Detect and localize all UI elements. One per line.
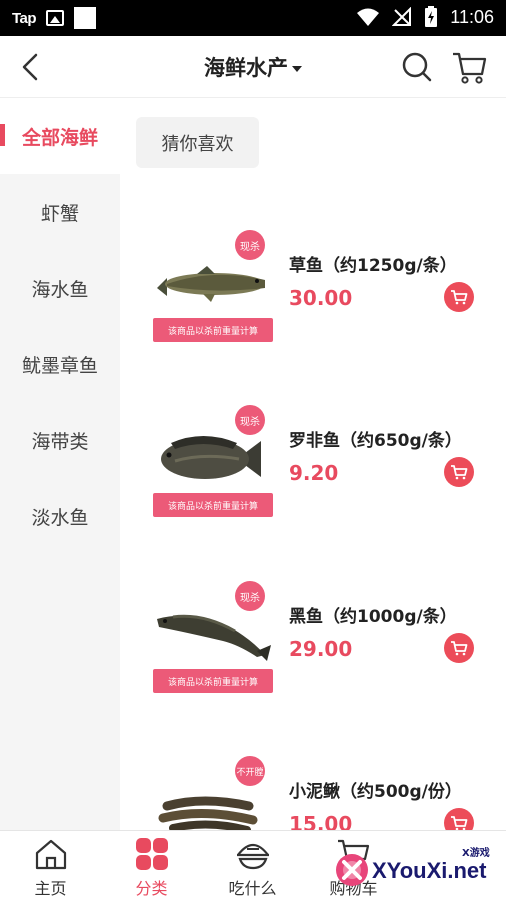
add-to-cart-button[interactable] bbox=[444, 633, 474, 663]
fresh-kill-badge: 现杀 bbox=[235, 405, 265, 435]
recommend-chip[interactable]: 猜你喜欢 bbox=[136, 117, 259, 168]
watermark-text: XYouXi.net bbox=[372, 858, 487, 883]
sidebar-item-label: 全部海鲜 bbox=[21, 126, 98, 149]
search-icon[interactable] bbox=[400, 50, 434, 84]
product-name[interactable]: 罗非鱼（约650g/条） bbox=[289, 426, 462, 451]
clock: 11:06 bbox=[450, 6, 494, 27]
no-gutting-badge: 不开膛 bbox=[235, 756, 265, 786]
product-price: 9.20 bbox=[289, 461, 339, 485]
tab-label: 主页 bbox=[34, 879, 67, 898]
tab-home[interactable]: 主页 bbox=[0, 831, 101, 900]
add-to-cart-button[interactable] bbox=[444, 808, 474, 830]
product-price: 30.00 bbox=[289, 286, 353, 310]
fresh-kill-badge: 现杀 bbox=[235, 230, 265, 260]
tab-category[interactable]: 分类 bbox=[101, 831, 202, 900]
app-notification-icon bbox=[74, 7, 97, 29]
sidebar-item-label: 虾蟹 bbox=[40, 202, 79, 225]
product-image[interactable]: 现杀 该商品以杀前重量计算 bbox=[153, 405, 273, 525]
product-price: 15.00 bbox=[289, 812, 353, 830]
weight-note-banner: 该商品以杀前重量计算 bbox=[153, 493, 273, 517]
product-card[interactable]: 现杀 该商品以杀前重量计算 草鱼（约1250g/条） 30.00 bbox=[120, 230, 506, 390]
product-image[interactable]: 现杀 该商品以杀前重量计算 bbox=[153, 230, 273, 350]
status-bar: Tap 11:06 bbox=[0, 0, 506, 36]
sidebar-item-label: 淡水鱼 bbox=[31, 506, 89, 529]
sidebar-item-squid-octopus[interactable]: 鱿墨章鱼 bbox=[0, 326, 120, 402]
weight-note-banner: 该商品以杀前重量计算 bbox=[153, 318, 273, 342]
sidebar-item-all-seafood[interactable]: 全部海鲜 bbox=[0, 98, 120, 174]
cart-add-icon bbox=[451, 641, 468, 656]
food-bowl-icon bbox=[237, 843, 269, 870]
cart-add-icon bbox=[451, 816, 468, 830]
game-controller-logo-icon bbox=[336, 854, 368, 886]
product-name[interactable]: 黑鱼（约1000g/条） bbox=[289, 602, 457, 627]
category-icon bbox=[136, 838, 168, 870]
cart-add-icon bbox=[451, 290, 468, 305]
top-bar: 海鲜水产 bbox=[0, 36, 506, 98]
product-image[interactable]: 不开膛 bbox=[153, 756, 273, 830]
product-image[interactable]: 现杀 该商品以杀前重量计算 bbox=[153, 581, 273, 701]
site-watermark: X游戏 XYouXi.net bbox=[334, 840, 504, 892]
sidebar-item-shrimp-crab[interactable]: 虾蟹 bbox=[0, 174, 120, 250]
product-price: 29.00 bbox=[289, 637, 353, 661]
product-card[interactable]: 现杀 该商品以杀前重量计算 罗非鱼（约650g/条） 9.20 bbox=[120, 405, 506, 565]
sidebar-item-label: 海水鱼 bbox=[31, 278, 89, 301]
product-name[interactable]: 草鱼（约1250g/条） bbox=[289, 251, 457, 276]
carrier-label: Tap bbox=[12, 9, 37, 27]
tab-label: 分类 bbox=[135, 879, 168, 898]
sidebar-item-kelp[interactable]: 海带类 bbox=[0, 402, 120, 478]
sidebar-item-label: 鱿墨章鱼 bbox=[21, 354, 98, 377]
category-sidebar: 全部海鲜 虾蟹 海水鱼 鱿墨章鱼 海带类 淡水鱼 bbox=[0, 98, 120, 830]
tab-label: 吃什么 bbox=[228, 879, 277, 898]
no-signal-icon bbox=[392, 7, 412, 26]
cart-icon[interactable] bbox=[450, 48, 488, 86]
caret-down-icon bbox=[292, 66, 302, 72]
cart-add-icon bbox=[451, 465, 468, 480]
product-name[interactable]: 小泥鳅（约500g/份） bbox=[289, 777, 462, 802]
weight-note-banner: 该商品以杀前重量计算 bbox=[153, 669, 273, 693]
battery-charging-icon bbox=[425, 6, 438, 27]
sidebar-item-label: 海带类 bbox=[31, 430, 89, 453]
product-card[interactable]: 不开膛 小泥鳅（约500g/份） 15.00 bbox=[120, 756, 506, 830]
home-icon bbox=[35, 839, 67, 870]
image-notification-icon bbox=[46, 10, 65, 26]
add-to-cart-button[interactable] bbox=[444, 282, 474, 312]
add-to-cart-button[interactable] bbox=[444, 457, 474, 487]
watermark-small-text: X游戏 bbox=[462, 848, 490, 859]
product-list: 猜你喜欢 现杀 该商品以杀前重量计算 草鱼（约1250g/条） 30.00 现杀… bbox=[120, 98, 506, 830]
page-title: 海鲜水产 bbox=[204, 56, 288, 80]
product-card[interactable]: 现杀 该商品以杀前重量计算 黑鱼（约1000g/条） 29.00 bbox=[120, 581, 506, 741]
wifi-icon bbox=[357, 8, 380, 26]
sidebar-item-saltwater-fish[interactable]: 海水鱼 bbox=[0, 250, 120, 326]
sidebar-item-freshwater-fish[interactable]: 淡水鱼 bbox=[0, 478, 120, 554]
fresh-kill-badge: 现杀 bbox=[235, 581, 265, 611]
tab-what-to-eat[interactable]: 吃什么 bbox=[202, 831, 303, 900]
